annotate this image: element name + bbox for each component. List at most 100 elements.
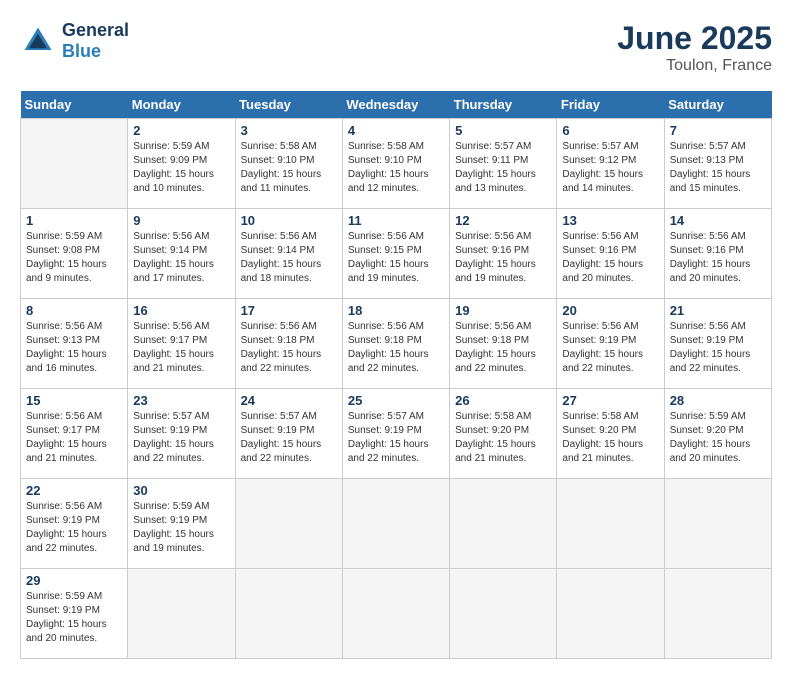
day-number: 28 [670, 393, 766, 408]
day-info: Sunrise: 5:56 AMSunset: 9:16 PMDaylight:… [562, 230, 658, 286]
day-number: 23 [133, 393, 229, 408]
day-number: 12 [455, 213, 551, 228]
calendar-week-row: 8 Sunrise: 5:56 AMSunset: 9:13 PMDaylight… [21, 299, 772, 389]
calendar-cell [235, 479, 342, 569]
calendar-cell [450, 479, 557, 569]
calendar-cell: 25Sunrise: 5:57 AMSunset: 9:19 PMDayligh… [342, 389, 449, 479]
day-info: Sunrise: 5:57 AMSunset: 9:13 PMDaylight:… [670, 140, 766, 196]
day-info: Sunrise: 5:56 AMSunset: 9:19 PMDaylight:… [26, 500, 122, 556]
calendar-table: SundayMondayTuesdayWednesdayThursdayFrid… [20, 91, 772, 659]
day-info: Sunrise: 5:58 AMSunset: 9:20 PMDaylight:… [455, 410, 551, 466]
day-info: Sunrise: 5:58 AMSunset: 9:10 PMDaylight:… [241, 140, 337, 196]
calendar-cell: 23 Sunrise: 5:57 AMSunset: 9:19 PMDayligh… [128, 389, 235, 479]
day-number: 8 [26, 303, 122, 318]
calendar-cell: 3 Sunrise: 5:58 AMSunset: 9:10 PMDaylight… [235, 119, 342, 209]
calendar-cell: 8 Sunrise: 5:56 AMSunset: 9:13 PMDaylight… [21, 299, 128, 389]
calendar-cell: 5 Sunrise: 5:57 AMSunset: 9:11 PMDaylight… [450, 119, 557, 209]
day-number: 3 [241, 123, 337, 138]
calendar-cell: 11 Sunrise: 5:56 AMSunset: 9:15 PMDayligh… [342, 209, 449, 299]
day-info: Sunrise: 5:57 AMSunset: 9:11 PMDaylight:… [455, 140, 551, 196]
calendar-cell: 9Sunrise: 5:56 AMSunset: 9:14 PMDaylight… [128, 209, 235, 299]
logo: General Blue [20, 20, 129, 62]
day-info: Sunrise: 5:59 AMSunset: 9:19 PMDaylight:… [133, 500, 229, 556]
calendar-cell [557, 479, 664, 569]
calendar-week-row: 15 Sunrise: 5:56 AMSunset: 9:17 PMDayligh… [21, 389, 772, 479]
day-info: Sunrise: 5:56 AMSunset: 9:15 PMDaylight:… [348, 230, 444, 286]
calendar-cell: 13Sunrise: 5:56 AMSunset: 9:16 PMDayligh… [557, 209, 664, 299]
day-info: Sunrise: 5:59 AMSunset: 9:20 PMDaylight:… [670, 410, 766, 466]
day-number: 26 [455, 393, 551, 408]
day-info: Sunrise: 5:56 AMSunset: 9:16 PMDaylight:… [455, 230, 551, 286]
calendar-cell: 12 Sunrise: 5:56 AMSunset: 9:16 PMDayligh… [450, 209, 557, 299]
day-info: Sunrise: 5:56 AMSunset: 9:16 PMDaylight:… [670, 230, 766, 286]
calendar-cell: 17 Sunrise: 5:56 AMSunset: 9:18 PMDayligh… [235, 299, 342, 389]
day-number: 27 [562, 393, 658, 408]
calendar-cell [664, 569, 771, 659]
day-number: 14 [670, 213, 766, 228]
day-number: 7 [670, 123, 766, 138]
calendar-cell: 1Sunrise: 5:59 AMSunset: 9:08 PMDaylight… [21, 209, 128, 299]
day-number: 15 [26, 393, 122, 408]
day-number: 19 [455, 303, 551, 318]
day-number: 30 [133, 483, 229, 498]
month-year: June 2025 [617, 20, 772, 57]
calendar-cell: 2Sunrise: 5:59 AMSunset: 9:09 PMDaylight… [128, 119, 235, 209]
calendar-cell: 21Sunrise: 5:56 AMSunset: 9:19 PMDayligh… [664, 299, 771, 389]
day-number: 17 [241, 303, 337, 318]
day-number: 1 [26, 213, 122, 228]
logo-text-general: General [62, 20, 129, 40]
weekday-header-friday: Friday [557, 91, 664, 119]
calendar-cell: 18 Sunrise: 5:56 AMSunset: 9:18 PMDayligh… [342, 299, 449, 389]
day-number: 11 [348, 213, 444, 228]
calendar-cell [450, 569, 557, 659]
calendar-cell: 10 Sunrise: 5:56 AMSunset: 9:14 PMDayligh… [235, 209, 342, 299]
calendar-cell [557, 569, 664, 659]
day-info: Sunrise: 5:58 AMSunset: 9:10 PMDaylight:… [348, 140, 444, 196]
day-number: 10 [241, 213, 337, 228]
day-info: Sunrise: 5:56 AMSunset: 9:18 PMDaylight:… [241, 320, 337, 376]
calendar-cell: 30 Sunrise: 5:59 AMSunset: 9:19 PMDayligh… [128, 479, 235, 569]
day-info: Sunrise: 5:59 AMSunset: 9:19 PMDaylight:… [26, 590, 122, 646]
calendar-cell [342, 569, 449, 659]
day-info: Sunrise: 5:56 AMSunset: 9:13 PMDaylight:… [26, 320, 122, 376]
day-info: Sunrise: 5:56 AMSunset: 9:14 PMDaylight:… [241, 230, 337, 286]
day-info: Sunrise: 5:57 AMSunset: 9:19 PMDaylight:… [133, 410, 229, 466]
calendar-cell: 4 Sunrise: 5:58 AMSunset: 9:10 PMDaylight… [342, 119, 449, 209]
day-number: 4 [348, 123, 444, 138]
weekday-header-row: SundayMondayTuesdayWednesdayThursdayFrid… [21, 91, 772, 119]
calendar-cell [235, 569, 342, 659]
day-number: 6 [562, 123, 658, 138]
calendar-cell: 16Sunrise: 5:56 AMSunset: 9:17 PMDayligh… [128, 299, 235, 389]
calendar-cell: 26 Sunrise: 5:58 AMSunset: 9:20 PMDayligh… [450, 389, 557, 479]
day-info: Sunrise: 5:59 AMSunset: 9:09 PMDaylight:… [133, 140, 229, 196]
calendar-week-row: 29Sunrise: 5:59 AMSunset: 9:19 PMDayligh… [21, 569, 772, 659]
calendar-week-row: 2Sunrise: 5:59 AMSunset: 9:09 PMDaylight… [21, 119, 772, 209]
calendar-cell [128, 569, 235, 659]
calendar-week-row: 1Sunrise: 5:59 AMSunset: 9:08 PMDaylight… [21, 209, 772, 299]
weekday-header-monday: Monday [128, 91, 235, 119]
day-number: 18 [348, 303, 444, 318]
day-number: 21 [670, 303, 766, 318]
logo-text-blue: Blue [62, 41, 101, 61]
calendar-cell: 19Sunrise: 5:56 AMSunset: 9:18 PMDayligh… [450, 299, 557, 389]
day-info: Sunrise: 5:57 AMSunset: 9:12 PMDaylight:… [562, 140, 658, 196]
calendar-cell [342, 479, 449, 569]
day-number: 5 [455, 123, 551, 138]
title-block: June 2025 Toulon, France [617, 20, 772, 75]
calendar-cell: 22Sunrise: 5:56 AMSunset: 9:19 PMDayligh… [21, 479, 128, 569]
day-info: Sunrise: 5:56 AMSunset: 9:19 PMDaylight:… [562, 320, 658, 376]
weekday-header-sunday: Sunday [21, 91, 128, 119]
calendar-cell: 29Sunrise: 5:59 AMSunset: 9:19 PMDayligh… [21, 569, 128, 659]
day-info: Sunrise: 5:56 AMSunset: 9:18 PMDaylight:… [348, 320, 444, 376]
day-info: Sunrise: 5:57 AMSunset: 9:19 PMDaylight:… [241, 410, 337, 466]
calendar-cell [21, 119, 128, 209]
location: Toulon, France [617, 57, 772, 75]
calendar-cell: 27Sunrise: 5:58 AMSunset: 9:20 PMDayligh… [557, 389, 664, 479]
logo-icon [20, 23, 56, 59]
day-number: 25 [348, 393, 444, 408]
day-info: Sunrise: 5:56 AMSunset: 9:17 PMDaylight:… [26, 410, 122, 466]
weekday-header-tuesday: Tuesday [235, 91, 342, 119]
calendar-cell: 28 Sunrise: 5:59 AMSunset: 9:20 PMDayligh… [664, 389, 771, 479]
day-number: 24 [241, 393, 337, 408]
calendar-cell [664, 479, 771, 569]
